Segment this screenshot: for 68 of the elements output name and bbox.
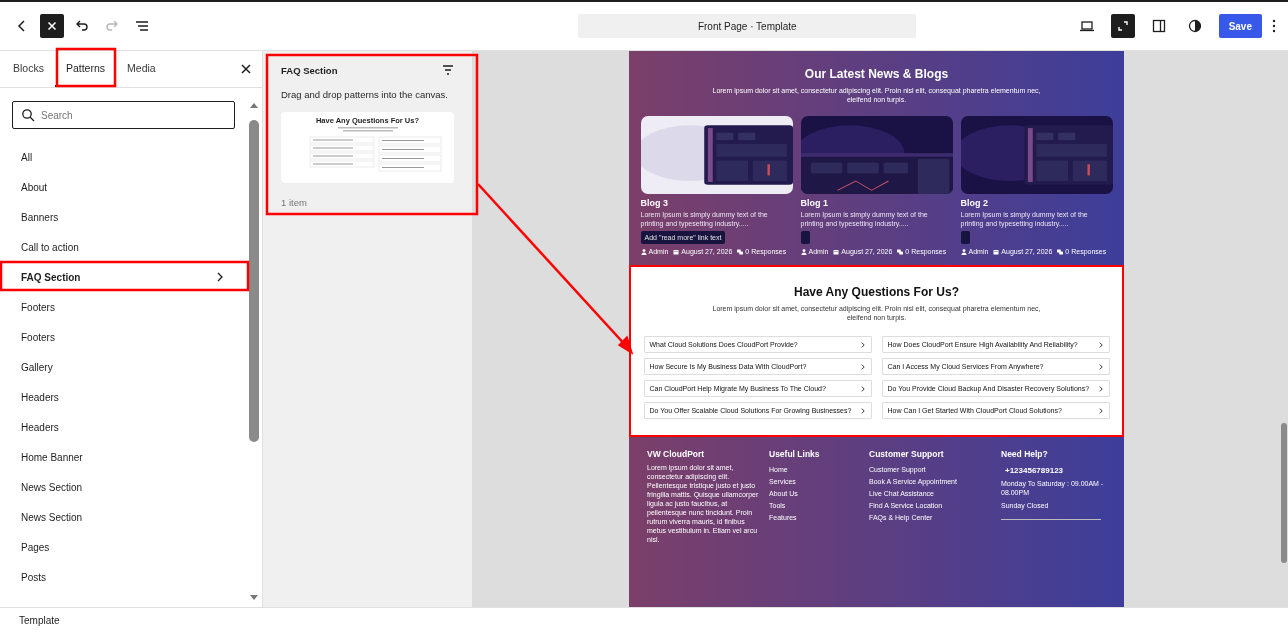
category-item[interactable]: Banners	[0, 202, 249, 232]
user-icon	[960, 248, 967, 255]
comments-icon	[897, 248, 904, 255]
footer-heading: Customer Support	[869, 449, 945, 459]
footer-heading: Useful Links	[769, 449, 821, 459]
close-button[interactable]	[40, 14, 64, 38]
filter-icon[interactable]	[442, 64, 454, 76]
panel-title: FAQ Section	[281, 64, 338, 76]
scroll-up-icon[interactable]	[249, 102, 259, 108]
section-heading: Have Any Questions For Us?	[794, 285, 959, 299]
calendar-icon	[993, 248, 1000, 255]
category-item[interactable]: News Section	[0, 472, 249, 502]
list-icon	[134, 18, 150, 34]
calendar-icon	[833, 248, 840, 255]
category-item[interactable]: Headers	[0, 412, 249, 442]
user-icon	[800, 248, 807, 255]
save-button[interactable]: Save	[1218, 14, 1262, 38]
undo-icon	[74, 18, 90, 34]
category-item[interactable]: Pages	[0, 532, 249, 562]
footer-heading: Need Help?	[1001, 449, 1049, 459]
redo-icon	[104, 18, 120, 34]
category-item[interactable]: Headers	[0, 382, 249, 412]
category-item[interactable]: News Section	[0, 502, 249, 532]
category-item[interactable]: Home Banner	[0, 442, 249, 472]
chevron-right-icon	[1097, 385, 1104, 392]
contrast-icon	[1186, 18, 1203, 34]
item-count: 1 item	[281, 197, 308, 208]
chevron-right-icon	[215, 272, 225, 282]
scrollbar[interactable]	[249, 102, 259, 601]
comments-icon	[1057, 248, 1064, 255]
document-title[interactable]: Front Page · Template	[578, 14, 917, 38]
search-field[interactable]: Search	[12, 101, 235, 129]
user-icon	[640, 248, 647, 255]
post-title[interactable]: Blog 2	[960, 198, 988, 208]
chevron-right-icon	[1097, 341, 1104, 348]
post-title[interactable]: Blog 3	[640, 198, 668, 208]
category-item[interactable]: Footers	[0, 292, 249, 322]
category-item[interactable]: Gallery	[0, 352, 249, 382]
chevron-right-icon	[859, 363, 866, 370]
fullscreen-button[interactable]	[1110, 14, 1135, 38]
calendar-icon	[673, 248, 680, 255]
chevron-right-icon	[859, 385, 866, 392]
category-item[interactable]: Footers	[0, 322, 249, 352]
search-icon	[21, 108, 35, 122]
more-icon	[1272, 18, 1276, 34]
section-heading: Our Latest News & Blogs	[804, 67, 949, 81]
sidebar-tab[interactable]: Blocks	[2, 51, 55, 87]
sidebar-tab[interactable]: Media	[116, 51, 167, 87]
status-bar: Template	[0, 607, 1288, 632]
scroll-down-icon[interactable]	[249, 595, 259, 601]
panel-hint: Drag and drop patterns into the canvas.	[281, 89, 449, 100]
post-title[interactable]: Blog 1	[800, 198, 828, 208]
phone-number: +123456789123	[1005, 466, 1065, 475]
category-item[interactable]: Posts	[0, 562, 249, 592]
category-item[interactable]: FAQ Section	[0, 262, 249, 292]
comments-icon	[737, 248, 744, 255]
highlight-box	[55, 47, 117, 88]
laptop-icon	[1078, 18, 1095, 34]
footer-heading: VW CloudPort	[647, 449, 706, 459]
category-item[interactable]: Call to action	[0, 232, 249, 262]
category-item[interactable]: All	[0, 142, 249, 172]
chevron-right-icon	[1097, 407, 1104, 414]
sidebar-icon	[1150, 18, 1167, 34]
chevron-right-icon	[859, 407, 866, 414]
sidebar-tab[interactable]: Patterns	[54, 51, 117, 87]
category-item[interactable]: About	[0, 172, 249, 202]
chevron-right-icon	[859, 341, 866, 348]
chevron-right-icon	[1097, 363, 1104, 370]
